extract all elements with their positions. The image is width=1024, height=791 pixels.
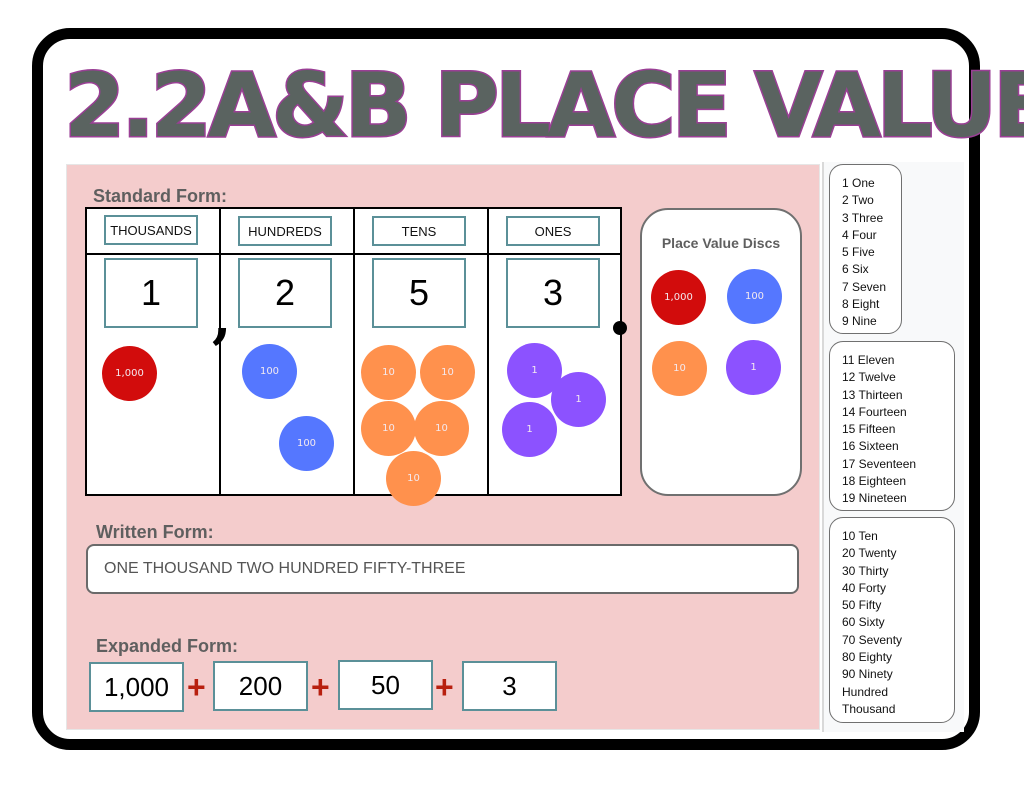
list-item: 17 Seventeen [842,456,917,471]
standard-form-label: Standard Form: [93,186,228,206]
list-item: 60 Sixty [842,615,885,630]
list-item: 18 Eighteen [842,474,907,489]
list-item: 3 Three [842,210,884,225]
disc-hundred[interactable]: 100 [279,416,334,471]
list-item: 12 Twelve [842,370,896,385]
disc-ten[interactable]: 10 [361,345,416,400]
tens-word-list: 10 Ten 20 Twenty 30 Thirty 40 Forty 50 F… [829,517,955,723]
disc-ten[interactable]: 10 [414,401,469,456]
list-item: 40 Forty [842,580,887,595]
decimal-point [613,321,627,335]
disc-hundred[interactable]: 100 [242,344,297,399]
disc-ten[interactable]: 10 [386,451,441,506]
digit-hundreds[interactable]: 2 [238,258,332,328]
list-item: Thousand [842,701,896,716]
list-item: 14 Fourteen [842,404,907,419]
header-hundreds: HUNDREDS [238,216,332,246]
ones-word-list: 1 One 2 Two 3 Three 4 Four 5 Five 6 Six … [829,164,902,334]
column-divider [487,209,489,494]
digit-thousands[interactable]: 1 [104,258,198,328]
column-divider [353,209,355,494]
list-item: 19 Nineteen [842,491,907,506]
digit-ones[interactable]: 3 [506,258,600,328]
plus-sign: + [187,669,206,705]
discs-card-title: Place Value Discs [661,235,781,251]
source-disc-thousand[interactable]: 1,000 [651,270,706,325]
expanded-form-label: Expanded Form: [96,636,239,656]
list-item: 30 Thirty [842,563,889,578]
list-item: 16 Sixteen [842,439,899,454]
header-divider [87,253,620,255]
disc-thousand[interactable]: 1,000 [102,346,157,401]
disc-one[interactable]: 1 [502,402,557,457]
page-title: 2.2A&B PLACE VALUE [63,54,1024,157]
expanded-term-tens[interactable]: 50 [338,660,433,710]
list-item: 90 Ninety [842,667,893,682]
list-item: 15 Fifteen [842,422,896,437]
digit-tens[interactable]: 5 [372,258,466,328]
expanded-term-ones[interactable]: 3 [462,661,557,711]
list-item: 7 Seven [842,279,887,294]
list-item: 1 One [842,176,875,190]
list-item: 13 Thirteen [842,387,903,402]
plus-sign: + [311,669,330,705]
list-item: 9 Nine [842,314,877,329]
source-disc-ten[interactable]: 10 [652,341,707,396]
header-thousands: THOUSANDS [104,215,198,245]
list-item: Hundred [842,684,889,699]
list-item: 10 Ten [842,529,878,543]
list-item: 5 Five [842,245,875,260]
list-item: 2 Two [842,193,874,208]
thousands-comma: , [212,285,232,351]
expanded-term-hundreds[interactable]: 200 [213,661,308,711]
disc-one[interactable]: 1 [551,372,606,427]
list-item: 4 Four [842,227,877,242]
list-item: 80 Eighty [842,650,893,665]
list-item: 20 Twenty [842,546,897,561]
column-divider [219,209,221,494]
teens-word-list: 11 Eleven 12 Twelve 13 Thirteen 14 Fourt… [829,341,955,511]
list-item: 6 Six [842,262,869,277]
list-item: 11 Eleven [842,353,895,367]
list-item: 70 Seventy [842,632,903,647]
plus-sign: + [435,669,454,705]
source-disc-hundred[interactable]: 100 [727,269,782,324]
list-item: 8 Eight [842,297,880,312]
source-disc-one[interactable]: 1 [726,340,781,395]
disc-ten[interactable]: 10 [420,345,475,400]
expanded-term-thousands[interactable]: 1,000 [89,662,184,712]
written-form-input[interactable]: ONE THOUSAND TWO HUNDRED FIFTY-THREE [86,544,799,594]
header-tens: TENS [372,216,466,246]
written-form-label: Written Form: [96,522,214,542]
header-ones: ONES [506,216,600,246]
disc-ten[interactable]: 10 [361,401,416,456]
list-item: 50 Fifty [842,598,882,613]
